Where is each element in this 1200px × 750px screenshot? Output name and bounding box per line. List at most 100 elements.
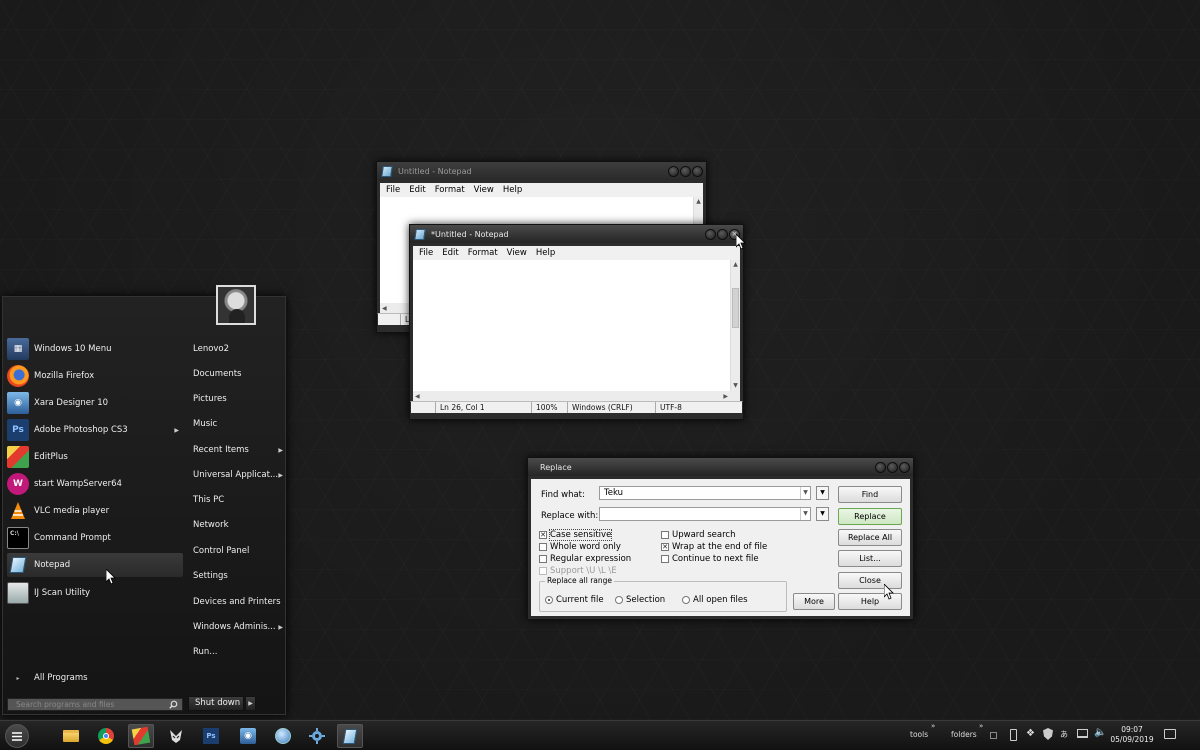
search-input[interactable]: Search programs and files (7, 698, 183, 711)
start-button[interactable] (5, 724, 29, 748)
menu-view[interactable]: View (507, 248, 527, 258)
start-right-network[interactable]: Network (193, 514, 283, 536)
taskbar-network-app[interactable] (270, 724, 296, 748)
menu-file[interactable]: File (386, 185, 400, 195)
replace-all-button[interactable]: Replace All (838, 529, 902, 546)
replace-extra-dropdown[interactable]: ▼ (816, 507, 829, 521)
scroll-thumb[interactable] (732, 288, 739, 328)
minimize-button[interactable] (705, 228, 716, 240)
start-right-control-panel[interactable]: Control Panel (193, 540, 283, 562)
start-right-universal-apps[interactable]: Universal Applicat... ▶ (193, 464, 283, 486)
notepad-front-titlebar[interactable]: *Untitled - Notepad × (410, 225, 743, 243)
shutdown-button[interactable]: Shut down (188, 696, 244, 711)
maximize-button[interactable] (680, 165, 691, 177)
start-right-settings[interactable]: Settings (193, 565, 283, 587)
network-icon[interactable] (1077, 729, 1088, 738)
start-item-photoshop[interactable]: Ps Adobe Photoshop CS3 ▶ (7, 418, 183, 442)
notifications-icon[interactable] (1164, 729, 1176, 739)
user-avatar[interactable] (216, 285, 256, 325)
close-button[interactable] (899, 461, 910, 473)
start-right-documents[interactable]: Documents (193, 363, 283, 385)
start-item-vlc[interactable]: VLC media player (7, 499, 183, 523)
range-selection-radio[interactable]: Selection (615, 595, 665, 605)
menu-edit[interactable]: Edit (409, 185, 425, 195)
taskbar-settings-app[interactable] (304, 724, 330, 748)
usb-icon[interactable] (1010, 729, 1017, 741)
scroll-left-icon[interactable]: ◀ (382, 305, 387, 312)
scroll-left-icon[interactable]: ◀ (415, 393, 420, 400)
chevron-down-icon[interactable]: ▼ (800, 487, 810, 499)
menu-file[interactable]: File (419, 248, 433, 258)
start-right-windows-admin[interactable]: Windows Adminis... ▶ (193, 616, 283, 638)
start-right-devices-printers[interactable]: Devices and Printers (193, 591, 283, 613)
start-right-this-pc[interactable]: This PC (193, 489, 283, 511)
tools-toolbar[interactable]: tools (910, 730, 928, 739)
scroll-right-icon[interactable]: ▶ (723, 393, 728, 400)
more-button[interactable]: More (793, 593, 835, 610)
notepad-front-editor[interactable]: ▲ ▼ (410, 260, 743, 391)
close-button[interactable] (692, 165, 703, 177)
minimize-button[interactable] (875, 461, 886, 473)
find-what-input[interactable]: Teku ▼ (599, 486, 811, 500)
start-right-recent-items[interactable]: Recent Items ▶ (193, 439, 283, 461)
replace-button[interactable]: Replace (838, 508, 902, 525)
show-hidden-icons[interactable] (990, 732, 997, 739)
start-item-firefox[interactable]: Mozilla Firefox (7, 364, 183, 388)
shutdown-options-button[interactable]: ▶ (245, 696, 256, 711)
folders-toolbar[interactable]: folders (951, 730, 977, 739)
replace-titlebar[interactable]: Replace (528, 458, 913, 476)
notepad-back-titlebar[interactable]: Untitled - Notepad (377, 162, 706, 180)
start-right-music[interactable]: Music (193, 413, 283, 435)
scroll-up-icon[interactable]: ▲ (731, 260, 740, 270)
taskbar-editplus[interactable] (128, 724, 154, 748)
replace-with-input[interactable]: ▼ (599, 507, 811, 521)
maximize-button[interactable] (887, 461, 898, 473)
start-item-notepad[interactable]: Notepad (7, 553, 183, 577)
case-sensitive-checkbox[interactable]: ✕ Case sensitive (539, 529, 613, 541)
taskbar-chrome[interactable] (93, 724, 119, 748)
start-right-pictures[interactable]: Pictures (193, 388, 283, 410)
chevron-double-right-icon[interactable]: » (931, 722, 935, 730)
taskbar-notepad[interactable] (337, 724, 363, 748)
volume-icon[interactable]: 🔈 (1094, 727, 1106, 738)
whole-word-checkbox[interactable]: Whole word only (539, 542, 621, 552)
search-icon[interactable] (169, 700, 178, 709)
menu-help[interactable]: Help (536, 248, 555, 258)
chevron-double-right-icon[interactable]: » (979, 722, 983, 730)
language-icon[interactable]: あ (1060, 729, 1068, 740)
scroll-down-icon[interactable]: ▼ (731, 381, 740, 391)
clock[interactable]: 09:07 05/09/2019 (1110, 725, 1154, 745)
minimize-button[interactable] (668, 165, 679, 177)
start-item-command-prompt[interactable]: C:\ Command Prompt (7, 526, 183, 550)
menu-help[interactable]: Help (503, 185, 522, 195)
continue-next-file-checkbox[interactable]: Continue to next file (661, 554, 759, 564)
start-right-lenovo2[interactable]: Lenovo2 (193, 338, 283, 360)
dropbox-icon[interactable]: ❖ (1026, 728, 1035, 739)
start-item-ij-scan[interactable]: IJ Scan Utility (7, 581, 183, 605)
find-extra-dropdown[interactable]: ▼ (816, 486, 829, 500)
horizontal-scrollbar[interactable]: ◀ ▶ (410, 391, 743, 401)
notepad-window-front[interactable]: *Untitled - Notepad × File Edit Format V… (409, 224, 744, 420)
start-item-wampserver[interactable]: W start WampServer64 (7, 472, 183, 496)
all-programs[interactable]: ▸ All Programs (7, 668, 183, 688)
regex-checkbox[interactable]: Regular expression (539, 554, 631, 564)
start-item-editplus[interactable]: EditPlus (7, 445, 183, 469)
taskbar-foobar[interactable] (163, 724, 189, 748)
find-button[interactable]: Find (838, 486, 902, 503)
start-right-run[interactable]: Run... (193, 641, 283, 663)
range-current-file-radio[interactable]: Current file (545, 595, 604, 605)
vertical-scrollbar[interactable]: ▲ ▼ (730, 260, 740, 391)
taskbar-xara[interactable]: ◉ (235, 724, 261, 748)
scroll-up-icon[interactable]: ▲ (694, 197, 703, 207)
menu-view[interactable]: View (474, 185, 494, 195)
wrap-end-checkbox[interactable]: ✕ Wrap at the end of file (661, 542, 767, 552)
taskbar-photoshop[interactable]: Ps (198, 724, 224, 748)
menu-edit[interactable]: Edit (442, 248, 458, 258)
start-item-windows-10-menu[interactable]: ▦ Windows 10 Menu (7, 337, 183, 361)
upward-search-checkbox[interactable]: Upward search (661, 530, 735, 540)
chevron-down-icon[interactable]: ▼ (800, 508, 810, 520)
taskbar-file-explorer[interactable] (58, 724, 84, 748)
maximize-button[interactable] (717, 228, 728, 240)
range-all-open-radio[interactable]: All open files (682, 595, 748, 605)
menu-format[interactable]: Format (435, 185, 465, 195)
